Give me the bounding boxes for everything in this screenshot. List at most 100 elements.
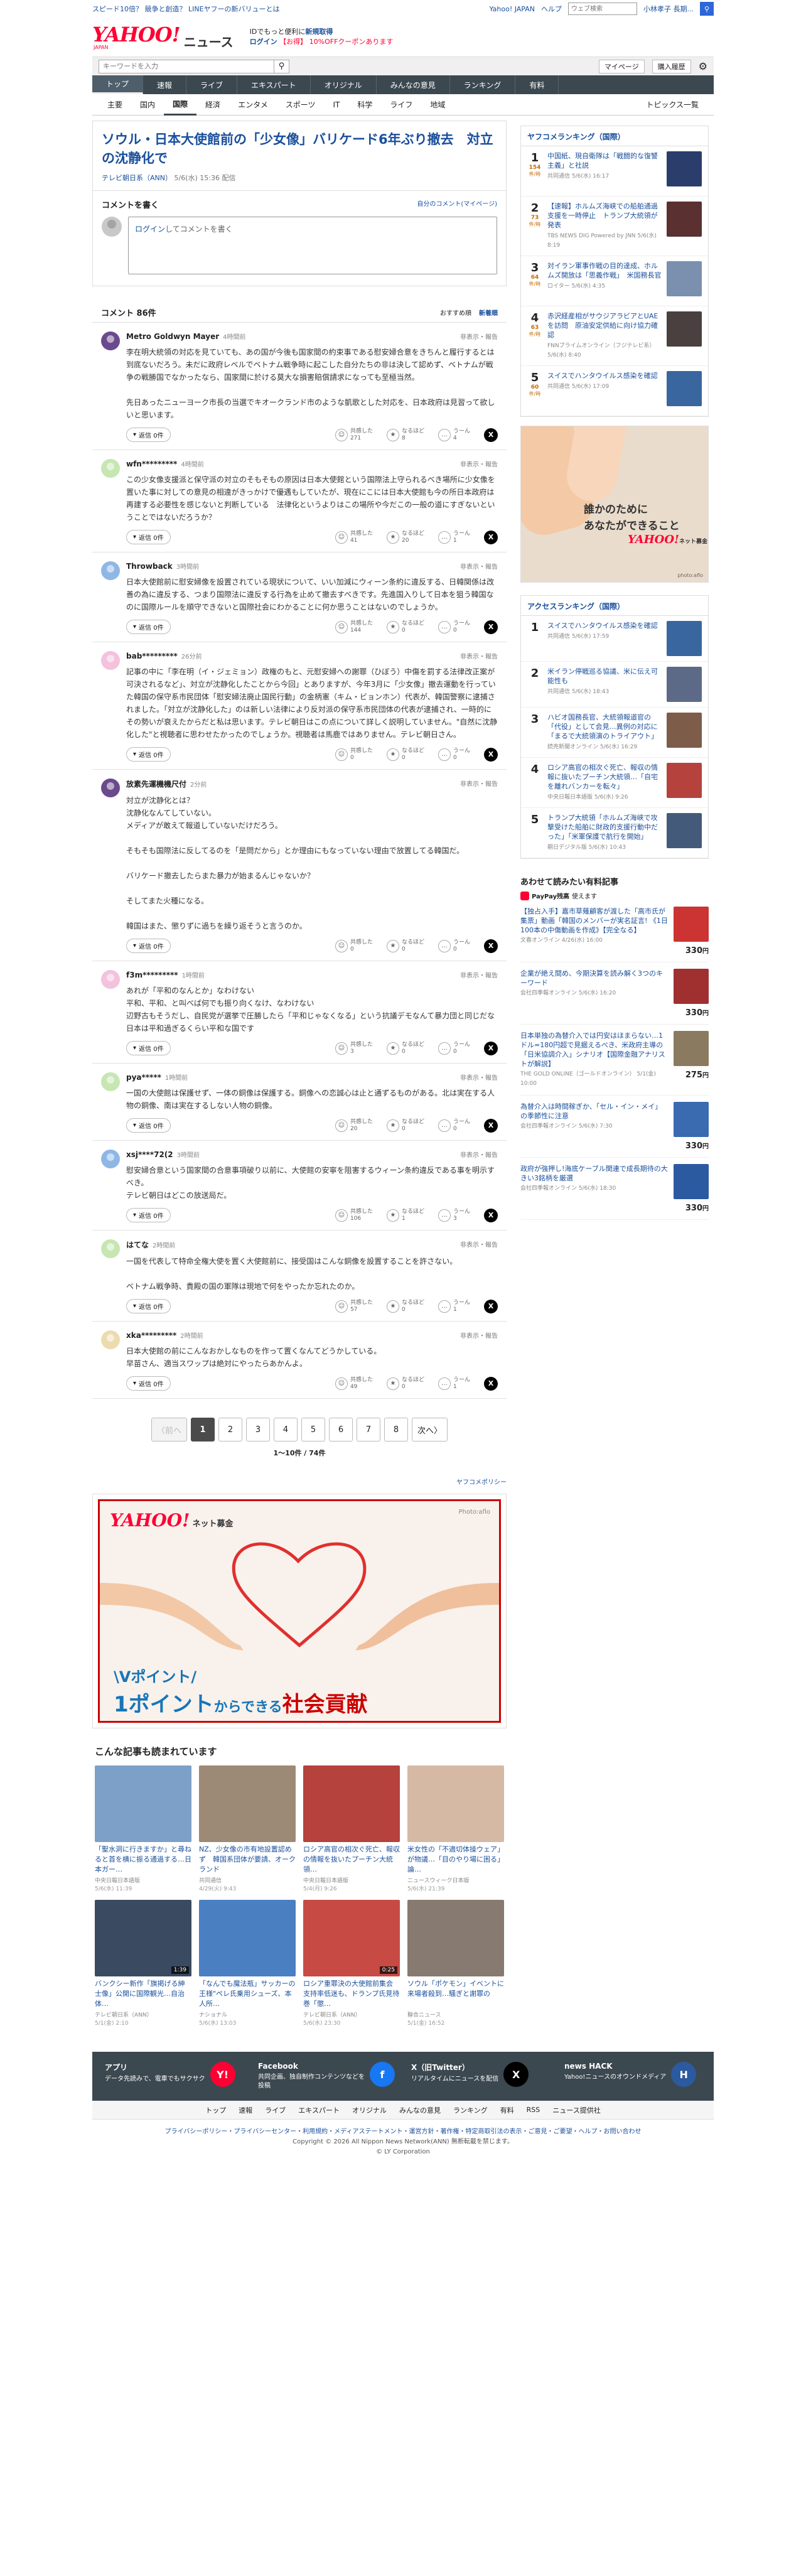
rank-thumbnail[interactable]: [667, 151, 702, 186]
username-link[interactable]: 小林孝子 長期...: [643, 4, 694, 14]
x-share-icon[interactable]: X: [484, 1376, 498, 1391]
agree-button[interactable]: ☺ 共感した 144: [335, 620, 373, 634]
recommended-item[interactable]: 米女性の「不適切体操ウェア」が物議…「目のやり場に困る」論… ニュースウィーク日本…: [407, 1765, 504, 1892]
avatar[interactable]: [101, 561, 120, 580]
rank-thumbnail[interactable]: [667, 261, 702, 296]
replies-button[interactable]: ▾ 返信 0件: [126, 1299, 171, 1313]
gnav-item[interactable]: トップ: [92, 75, 144, 94]
hmm-button[interactable]: … うーん 1: [438, 531, 470, 544]
hmm-button[interactable]: … うーん 3: [438, 1209, 470, 1222]
report-link[interactable]: 非表示・報告: [460, 1330, 498, 1340]
avatar[interactable]: [101, 970, 120, 989]
ranking-item[interactable]: 5 60 件/時 スイスでハンタウイルス感染を確認 共同通信 5/6(水) 17:09: [521, 366, 708, 416]
replies-button[interactable]: ▾ 返信 0件: [126, 747, 171, 762]
avatar[interactable]: [101, 651, 120, 670]
search-icon[interactable]: ⚲: [274, 59, 289, 73]
recommended-item[interactable]: ソウル「ポケモン」イベントに来場者殺到…騒ぎと謝罪の 聯合ニュース 5/1(金) 1…: [407, 1900, 504, 2027]
rank-title[interactable]: 米イラン停戦巡る協議、米に伝え可能性も: [547, 667, 658, 685]
footer-app-item[interactable]: news HACK Yahoo!ニュースのオウンドメディア H: [564, 2062, 701, 2091]
avatar[interactable]: [101, 779, 120, 797]
category-tab[interactable]: ライフ: [381, 94, 421, 116]
agree-button[interactable]: ☺ 共感した 20: [335, 1119, 373, 1133]
coupon-link[interactable]: 【お得】 10%OFFクーポンあります: [279, 38, 393, 46]
report-link[interactable]: 非表示・報告: [460, 1072, 498, 1082]
legal-links[interactable]: プライバシーポリシー・プライバシーセンター・利用規約・メディアステートメント・運…: [92, 2127, 714, 2137]
comment-author[interactable]: xsj****72(2: [126, 1150, 173, 1159]
replies-button[interactable]: ▾ 返信 0件: [126, 939, 171, 953]
insight-button[interactable]: ★ なるほど 20: [386, 531, 424, 544]
comment-author[interactable]: はてな: [126, 1241, 149, 1249]
footer-app-title[interactable]: X（旧Twitter）: [411, 2062, 498, 2072]
ranking-item[interactable]: 2 米イラン停戦巡る協議、米に伝え可能性も 共同通信 5/6(水) 18:43: [521, 662, 708, 708]
recommended-caption[interactable]: NZ、少女像の市有地設置認めず 韓国系団体が要請、オークランド: [199, 1845, 296, 1875]
x-share-icon[interactable]: X: [484, 1041, 498, 1055]
rank-title[interactable]: 【速報】ホルムズ海峡での船舶通過支援を一時停止 トランプ大統領が発表: [547, 202, 658, 229]
replies-button[interactable]: ▾ 返信 0件: [126, 428, 171, 442]
side-donation-ad[interactable]: 誰かのために あなたができること YAHOO!ネット募金 photo:aflo: [520, 426, 709, 583]
footer-app-title[interactable]: news HACK: [564, 2062, 666, 2071]
rank-thumbnail[interactable]: [667, 667, 702, 702]
comment-author[interactable]: 放素先運機機尺付: [126, 780, 186, 789]
rank-thumbnail[interactable]: [667, 763, 702, 798]
report-link[interactable]: 非表示・報告: [460, 970, 498, 979]
help-link[interactable]: ヘルプ: [541, 4, 562, 14]
avatar[interactable]: [101, 1239, 120, 1258]
agree-button[interactable]: ☺ 共感した 49: [335, 1377, 373, 1391]
rank-thumbnail[interactable]: [667, 621, 702, 656]
recommended-thumbnail[interactable]: [303, 1765, 400, 1842]
web-search-input[interactable]: [568, 3, 637, 15]
comment-policy-link[interactable]: ヤフコメポリシー: [456, 1479, 507, 1486]
avatar[interactable]: [101, 331, 120, 350]
report-link[interactable]: 非表示・報告: [460, 331, 498, 341]
avatar[interactable]: [101, 1072, 120, 1091]
avatar[interactable]: [101, 1150, 120, 1168]
report-link[interactable]: 非表示・報告: [460, 1239, 498, 1250]
footer-nav-item[interactable]: みんなの意見: [399, 2105, 441, 2115]
prev-page-button[interactable]: 〈前へ: [151, 1418, 187, 1442]
page-button[interactable]: 2: [218, 1418, 242, 1442]
paid-article-thumbnail[interactable]: [674, 1102, 709, 1137]
footer-nav-item[interactable]: トップ: [205, 2105, 226, 2115]
page-button[interactable]: 8: [384, 1418, 408, 1442]
paid-article-item[interactable]: 政府が強押し!海底ケーブル関連で成長期待の大きい3銘柄を厳選 会社四季報オンライン…: [520, 1158, 709, 1220]
topics-list-link[interactable]: トピックス一覧: [637, 94, 707, 116]
comment-author[interactable]: Metro Goldwyn Mayer: [126, 332, 219, 341]
gear-icon[interactable]: ⚙: [699, 60, 707, 72]
footer-app-icon[interactable]: f: [370, 2062, 395, 2087]
page-button[interactable]: 1: [191, 1418, 215, 1442]
page-button[interactable]: 5: [301, 1418, 325, 1442]
footer-app-title[interactable]: アプリ: [105, 2062, 205, 2072]
report-link[interactable]: 非表示・報告: [460, 1150, 498, 1159]
footer-app-icon[interactable]: Y!: [210, 2062, 235, 2087]
agree-button[interactable]: ☺ 共感した 3: [335, 1042, 373, 1055]
category-tab[interactable]: エンタメ: [229, 94, 277, 116]
avatar[interactable]: [101, 459, 120, 478]
recommended-caption[interactable]: 「なんでも魔法瓶」サッカーの王様"ペレ氏乗用シューズ、本人所…: [199, 1979, 296, 2009]
paid-article-item[interactable]: 企業が絶え間め、今期決算を読み解く3つのキーワード 会社四季報オンライン 5/6(…: [520, 962, 709, 1025]
footer-nav-item[interactable]: 有料: [500, 2105, 514, 2115]
hmm-button[interactable]: … うーん 1: [438, 1300, 470, 1313]
insight-button[interactable]: ★ なるほど 0: [386, 939, 424, 953]
x-share-icon[interactable]: X: [484, 620, 498, 634]
avatar[interactable]: [101, 1330, 120, 1349]
search-icon[interactable]: ⚲: [700, 2, 714, 16]
ranking-item[interactable]: 3 ハビオ国務長官、大統領報道官の「代役」として会見…異例の対応に「まるで大統領演…: [521, 708, 708, 758]
insight-button[interactable]: ★ なるほど 0: [386, 1119, 424, 1133]
category-tab[interactable]: IT: [324, 94, 348, 116]
paid-article-title[interactable]: 為替介入は時間稼ぎか、「セル・イン・メイ」の季節性に注意: [520, 1102, 662, 1120]
x-share-icon[interactable]: X: [484, 530, 498, 544]
next-page-button[interactable]: 次へ〉: [412, 1418, 448, 1442]
hmm-button[interactable]: … うーん 1: [438, 1377, 470, 1391]
x-share-icon[interactable]: X: [484, 1299, 498, 1313]
category-tab[interactable]: 地域: [421, 94, 454, 116]
x-share-icon[interactable]: X: [484, 1118, 498, 1133]
footer-nav-item[interactable]: 速報: [239, 2105, 252, 2115]
paid-article-thumbnail[interactable]: [674, 1031, 709, 1066]
hmm-button[interactable]: … うーん 0: [438, 748, 470, 762]
category-tab[interactable]: 経済: [196, 94, 229, 116]
footer-app-item[interactable]: Facebook 共同企画、独自制作コンテンツなどを投稿 f: [258, 2062, 395, 2091]
rank-title[interactable]: トランプ大統領「ホルムズ海峡で攻撃受けた船舶に財政的支援行動中だった」「米軍保護…: [547, 814, 658, 841]
comment-author[interactable]: wfn*********: [126, 460, 177, 468]
insight-button[interactable]: ★ なるほど 0: [386, 1042, 424, 1055]
recommended-caption[interactable]: ソウル「ポケモン」イベントに来場者殺到…騒ぎと謝罪の: [407, 1979, 504, 2009]
